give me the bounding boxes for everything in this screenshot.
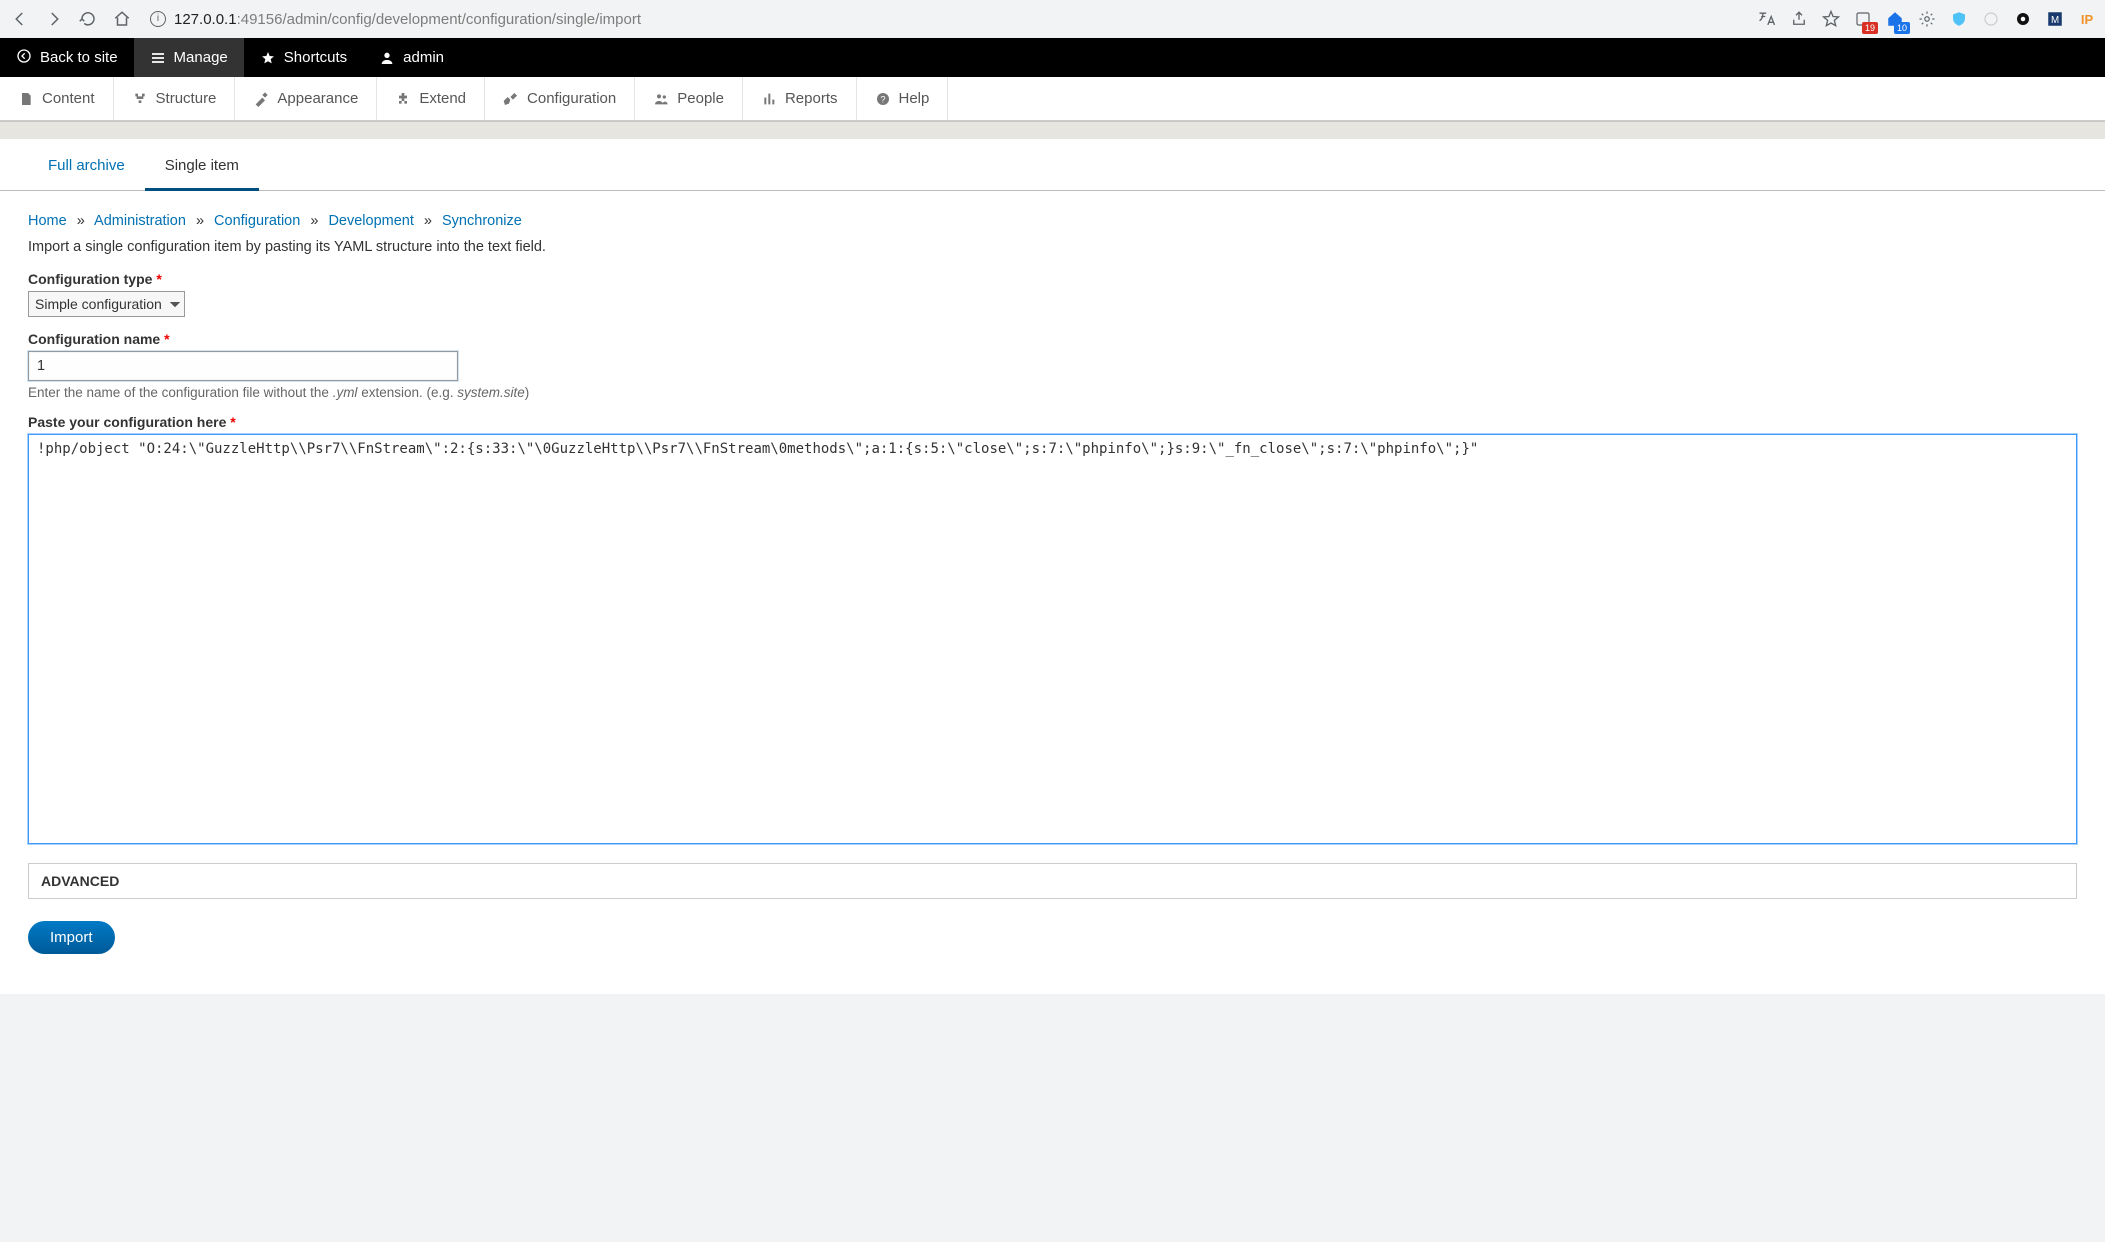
- drupal-admin-menu: Content Structure Appearance Extend Conf…: [0, 77, 2105, 121]
- user-label: admin: [403, 49, 444, 66]
- menu-content-label: Content: [42, 90, 95, 107]
- config-type-label: Configuration type *: [28, 271, 2077, 287]
- menu-extend-label: Extend: [419, 90, 466, 107]
- secondary-tabs-strip: [0, 121, 2105, 139]
- menu-structure-label: Structure: [156, 90, 217, 107]
- nav-home-button[interactable]: [108, 5, 136, 33]
- nav-reload-button[interactable]: [74, 5, 102, 33]
- subtab-full-archive[interactable]: Full archive: [28, 157, 145, 190]
- extension-m-icon[interactable]: M: [2043, 7, 2067, 31]
- advanced-label: ADVANCED: [41, 873, 119, 889]
- share-icon[interactable]: [1787, 7, 1811, 31]
- advanced-details[interactable]: ADVANCED: [28, 863, 2077, 899]
- breadcrumb-sep: »: [418, 213, 438, 229]
- extension-circle-icon[interactable]: [2011, 7, 2035, 31]
- manage-button[interactable]: Manage: [134, 38, 244, 77]
- import-form: Configuration type * Simple configuratio…: [0, 271, 2105, 849]
- config-name-label: Configuration name *: [28, 331, 2077, 347]
- svg-text:?: ?: [880, 94, 885, 104]
- svg-text:M: M: [2051, 15, 2059, 26]
- extension-red-badge-icon[interactable]: [1851, 7, 1875, 31]
- back-to-site-button[interactable]: Back to site: [0, 38, 134, 77]
- shortcuts-label: Shortcuts: [284, 49, 347, 66]
- menu-people-label: People: [677, 90, 724, 107]
- menu-configuration-label: Configuration: [527, 90, 616, 107]
- nav-back-button[interactable]: [6, 5, 34, 33]
- breadcrumb-sep: »: [304, 213, 324, 229]
- subtab-single-item-label: Single item: [165, 157, 239, 174]
- page-content: Full archive Single item Home » Administ…: [0, 139, 2105, 994]
- breadcrumb-sep: »: [190, 213, 210, 229]
- shortcuts-button[interactable]: Shortcuts: [244, 38, 363, 77]
- import-button-label: Import: [50, 929, 93, 946]
- breadcrumb-configuration[interactable]: Configuration: [214, 213, 300, 229]
- paste-config-textarea[interactable]: [28, 434, 2077, 844]
- menu-reports-label: Reports: [785, 90, 838, 107]
- breadcrumb-development[interactable]: Development: [328, 213, 413, 229]
- breadcrumb-sep: »: [71, 213, 91, 229]
- url-text: 127.0.0.1:49156/admin/config/development…: [174, 11, 641, 28]
- drupal-toolbar: Back to site Manage Shortcuts admin: [0, 38, 2105, 77]
- extension-ip-icon[interactable]: IP: [2075, 7, 2099, 31]
- import-button[interactable]: Import: [28, 921, 115, 954]
- breadcrumb: Home » Administration » Configuration » …: [0, 191, 2105, 237]
- user-account-button[interactable]: admin: [363, 38, 460, 77]
- extension-gear-icon[interactable]: [1915, 7, 1939, 31]
- browser-chrome: i 127.0.0.1:49156/admin/config/developme…: [0, 0, 2105, 38]
- menu-help-label: Help: [899, 90, 930, 107]
- site-info-icon[interactable]: i: [150, 11, 166, 27]
- menu-people[interactable]: People: [635, 77, 743, 120]
- sub-tabs: Full archive Single item: [0, 139, 2105, 191]
- config-type-select[interactable]: Simple configuration: [28, 291, 185, 317]
- menu-extend[interactable]: Extend: [377, 77, 485, 120]
- menu-structure[interactable]: Structure: [114, 77, 236, 120]
- nav-forward-button[interactable]: [40, 5, 68, 33]
- subtab-single-item[interactable]: Single item: [145, 157, 259, 191]
- subtab-full-archive-label: Full archive: [48, 157, 125, 174]
- extension-shield-icon[interactable]: [1947, 7, 1971, 31]
- page-intro: Import a single configuration item by pa…: [0, 237, 2105, 271]
- extension-generic-icon[interactable]: [1979, 7, 2003, 31]
- translate-icon[interactable]: [1755, 7, 1779, 31]
- menu-reports[interactable]: Reports: [743, 77, 857, 120]
- menu-help[interactable]: ? Help: [857, 77, 949, 120]
- address-bar[interactable]: i 127.0.0.1:49156/admin/config/developme…: [142, 5, 1427, 33]
- menu-appearance[interactable]: Appearance: [235, 77, 377, 120]
- paste-config-label: Paste your configuration here *: [28, 414, 2077, 430]
- extension-blue-badge-icon[interactable]: [1883, 7, 1907, 31]
- menu-content[interactable]: Content: [0, 77, 114, 120]
- breadcrumb-synchronize[interactable]: Synchronize: [442, 213, 522, 229]
- config-name-input[interactable]: [28, 351, 458, 381]
- breadcrumb-home[interactable]: Home: [28, 213, 67, 229]
- menu-configuration[interactable]: Configuration: [485, 77, 635, 120]
- menu-appearance-label: Appearance: [277, 90, 358, 107]
- config-name-description: Enter the name of the configuration file…: [28, 385, 2077, 400]
- breadcrumb-administration[interactable]: Administration: [94, 213, 186, 229]
- back-to-site-label: Back to site: [40, 49, 118, 66]
- bookmark-star-icon[interactable]: [1819, 7, 1843, 31]
- manage-label: Manage: [174, 49, 228, 66]
